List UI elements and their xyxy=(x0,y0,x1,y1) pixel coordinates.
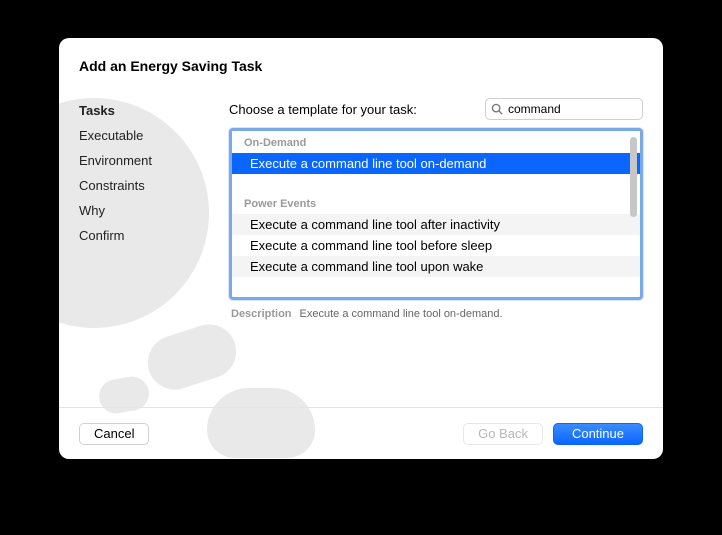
main-panel: Choose a template for your task: On-Dema… xyxy=(229,88,643,407)
description-text: Execute a command line tool on-demand. xyxy=(300,308,503,320)
list-spacer xyxy=(232,174,640,192)
section-header-on-demand: On-Demand xyxy=(232,131,640,153)
search-icon xyxy=(490,102,504,116)
sidebar-item-confirm[interactable]: Confirm xyxy=(79,223,229,248)
template-item[interactable]: Execute a command line tool upon wake xyxy=(232,256,640,277)
dialog-title: Add an Energy Saving Task xyxy=(79,58,643,74)
template-item[interactable]: Execute a command line tool on-demand xyxy=(232,153,640,174)
sidebar-item-tasks[interactable]: Tasks xyxy=(79,98,229,123)
scrollbar-thumb[interactable] xyxy=(630,137,637,217)
dialog-footer: Cancel Go Back Continue xyxy=(59,407,663,459)
sidebar-item-why[interactable]: Why xyxy=(79,198,229,223)
description-label: Description xyxy=(231,308,292,320)
cancel-button[interactable]: Cancel xyxy=(79,423,149,445)
template-prompt-label: Choose a template for your task: xyxy=(229,102,475,117)
dialog-window: Add an Energy Saving Task Tasks Executab… xyxy=(59,38,663,459)
continue-button[interactable]: Continue xyxy=(553,423,643,445)
section-header-power-events: Power Events xyxy=(232,192,640,214)
go-back-button: Go Back xyxy=(463,423,543,445)
search-field[interactable] xyxy=(485,98,643,120)
template-item[interactable]: Execute a command line tool before sleep xyxy=(232,235,640,256)
template-item[interactable]: Execute a command line tool after inacti… xyxy=(232,214,640,235)
description-row: Description Execute a command line tool … xyxy=(229,300,643,328)
sidebar-item-constraints[interactable]: Constraints xyxy=(79,173,229,198)
sidebar: Tasks Executable Environment Constraints… xyxy=(79,88,229,407)
sidebar-item-environment[interactable]: Environment xyxy=(79,148,229,173)
sidebar-item-executable[interactable]: Executable xyxy=(79,123,229,148)
search-input[interactable] xyxy=(504,102,663,116)
template-list[interactable]: On-Demand Execute a command line tool on… xyxy=(229,128,643,300)
